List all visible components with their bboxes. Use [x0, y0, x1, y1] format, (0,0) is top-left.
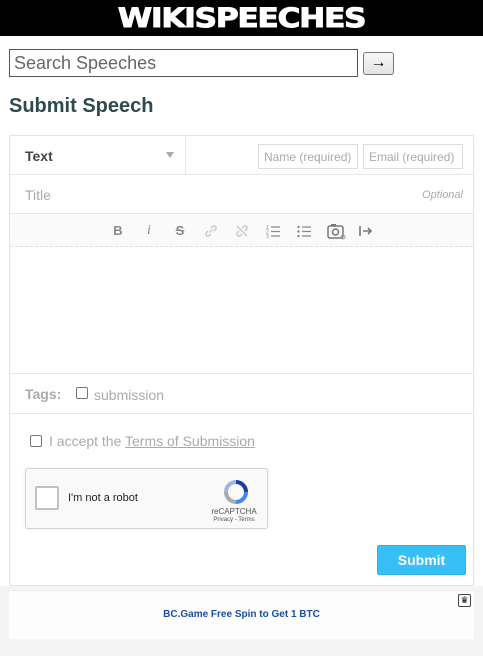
ad-banner[interactable]: BC.Game Free Spin to Get 1 BTC ♛ — [9, 590, 474, 639]
search-bar: → — [9, 49, 394, 77]
ad-link[interactable]: BC.Game Free Spin to Get 1 BTC — [9, 609, 474, 620]
ordered-list-icon[interactable]: 123 — [265, 223, 281, 240]
recaptcha-links[interactable]: Privacy - Terms — [204, 517, 264, 523]
caret-down-icon — [166, 152, 174, 158]
recaptcha-widget: I'm not a robot reCAPTCHA Privacy - Term… — [25, 468, 268, 529]
site-header: WIKISPEECHES — [0, 0, 483, 36]
strikethrough-button[interactable]: S — [172, 223, 188, 239]
unlink-icon[interactable] — [234, 223, 250, 239]
name-field[interactable] — [258, 144, 358, 169]
recaptcha-checkbox[interactable] — [35, 486, 59, 510]
accept-terms-checkbox[interactable] — [30, 435, 42, 447]
submit-form: Text Title Optional B i S 123 — [9, 135, 474, 586]
tags-label: Tags: — [25, 386, 62, 402]
bold-button[interactable]: B — [110, 223, 126, 239]
speech-body-editor[interactable] — [10, 248, 473, 374]
recaptcha-brand: reCAPTCHA — [211, 507, 257, 516]
page-title: Submit Speech — [9, 95, 154, 117]
title-field[interactable]: Title — [25, 187, 51, 203]
recaptcha-label: I'm not a robot — [68, 492, 138, 504]
ad-choice-icon[interactable]: ♛ — [458, 594, 471, 607]
recaptcha-icon — [223, 479, 249, 505]
image-icon[interactable] — [327, 223, 347, 240]
tag-label-submission[interactable]: submission — [94, 387, 164, 403]
submit-button[interactable]: Submit — [377, 545, 466, 575]
insert-icon[interactable] — [358, 223, 374, 239]
site-logo[interactable]: WIKISPEECHES — [117, 2, 367, 34]
terms-of-submission-link[interactable]: Terms of Submission — [125, 433, 255, 449]
svg-text:3: 3 — [266, 234, 269, 239]
speech-type-value: Text — [25, 147, 53, 164]
search-input[interactable] — [9, 49, 358, 77]
bullet-list-icon[interactable] — [296, 223, 312, 239]
tag-checkbox-submission[interactable] — [76, 387, 88, 399]
italic-button[interactable]: i — [141, 223, 157, 239]
tags-row: Tags: submission — [10, 375, 473, 414]
link-icon[interactable] — [203, 223, 219, 239]
title-row[interactable]: Title Optional — [10, 176, 473, 214]
search-submit-button[interactable]: → — [363, 51, 394, 75]
speech-type-select[interactable]: Text — [10, 136, 186, 175]
form-top-row: Text — [10, 136, 473, 175]
editor-toolbar: B i S 123 — [10, 215, 473, 247]
email-field[interactable] — [363, 144, 463, 169]
accept-terms-text: I accept the Terms of Submission — [49, 433, 255, 449]
accept-prefix: I accept the — [49, 433, 126, 449]
title-optional-hint: Optional — [422, 189, 463, 201]
